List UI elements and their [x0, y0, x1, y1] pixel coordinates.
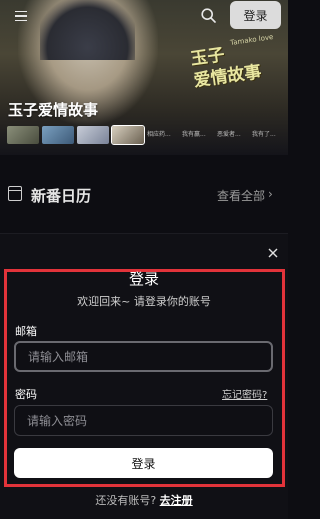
search-icon[interactable] — [201, 8, 216, 23]
hero-thumbnail-caption[interactable]: 我有赢... — [182, 126, 214, 144]
calendar-section-header: 新番日历 查看全部 › — [0, 180, 288, 210]
register-link[interactable]: 去注册 — [160, 494, 193, 507]
hero-thumbnail[interactable] — [77, 126, 109, 144]
chevron-right-icon[interactable]: › — [268, 187, 273, 201]
hero-thumbnail-strip: 相应药... 我有赢... 恶爱者... 我有了... — [7, 125, 284, 145]
close-icon — [268, 248, 278, 258]
email-label: 邮箱 — [15, 325, 37, 338]
search-icon-svg — [201, 8, 216, 23]
view-all-link[interactable]: 查看全部 — [217, 187, 265, 204]
forgot-password-link[interactable]: 忘记密码? — [222, 386, 267, 401]
hero-title: 玉子爱情故事 — [8, 101, 99, 119]
close-button[interactable] — [265, 245, 281, 261]
password-label: 密码 — [15, 388, 37, 401]
hero-thumbnail-caption[interactable]: 相应药... — [147, 126, 179, 144]
hero-thumbnail[interactable] — [42, 126, 74, 144]
hero-thumbnail[interactable] — [7, 126, 39, 144]
login-submit-button[interactable]: 登录 — [14, 448, 273, 478]
menu-icon[interactable] — [15, 11, 27, 21]
hero-art-title-text: 玉子 爱情故事 — [189, 45, 263, 92]
register-prompt: 还没有账号? 去注册 — [0, 492, 288, 508]
login-subtitle: 欢迎回来~ 请登录你的账号 — [77, 295, 211, 308]
login-sheet: 登录 欢迎回来~ 请登录你的账号 邮箱 密码 忘记密码? 登录 还没有账号? 去… — [0, 233, 288, 519]
login-title: 登录 — [128, 270, 159, 288]
email-field[interactable] — [14, 341, 273, 372]
login-button-header[interactable]: 登录 — [230, 1, 281, 29]
register-prompt-text: 还没有账号? — [95, 494, 157, 507]
hero-art-title: 玉子 爱情故事 — [189, 38, 274, 93]
top-bar: 登录 — [0, 0, 288, 32]
hero-thumbnail-caption[interactable]: 我有了... — [252, 126, 284, 144]
hero-thumbnail-caption[interactable]: 恶爱者... — [217, 126, 249, 144]
password-field[interactable] — [14, 405, 273, 436]
calendar-title: 新番日历 — [31, 187, 92, 205]
calendar-icon — [8, 186, 22, 201]
hero-thumbnail-selected[interactable] — [111, 125, 145, 145]
